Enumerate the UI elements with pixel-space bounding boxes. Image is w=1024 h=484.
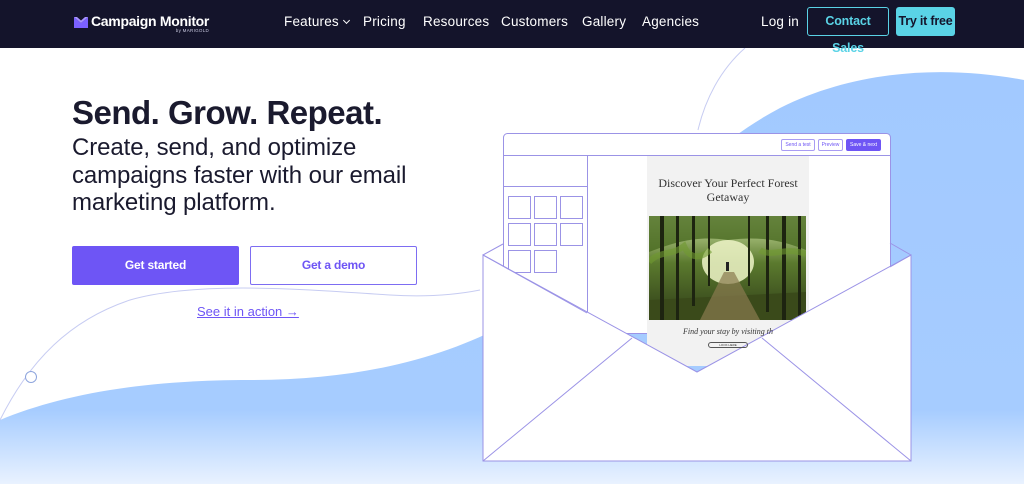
- email-preview-footer: Find your stay by visiting th: [683, 327, 773, 336]
- email-preview-button: LOOK HERE: [708, 342, 748, 348]
- save-next-mini-button: Save & next: [846, 139, 881, 151]
- email-preview-title: Discover Your Perfect Forest Getaway: [658, 176, 798, 204]
- preview-mini-button: Preview: [818, 139, 843, 151]
- email-editor-illustration: [482, 133, 912, 462]
- send-test-mini-button: Send a test: [781, 139, 815, 151]
- forest-photo: [649, 216, 806, 320]
